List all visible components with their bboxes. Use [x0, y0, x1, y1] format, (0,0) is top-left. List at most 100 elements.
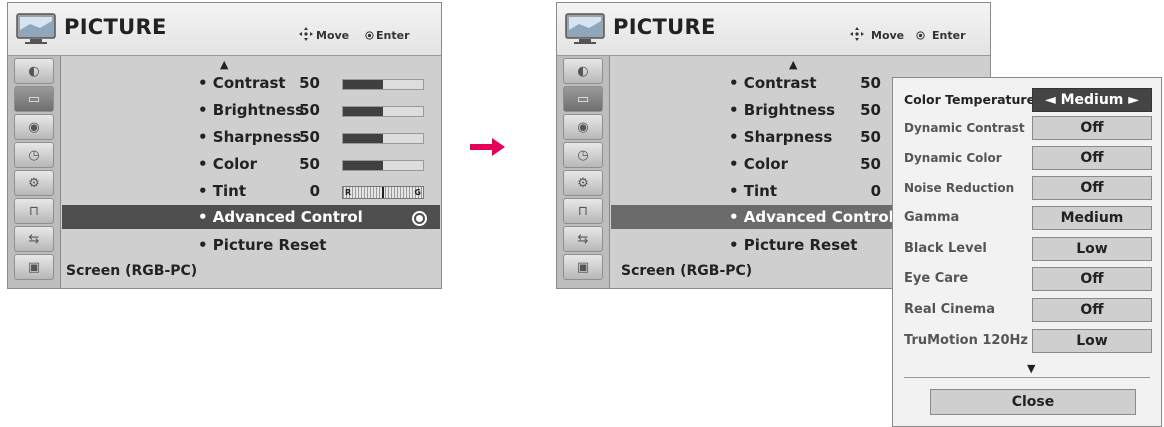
scroll-down-arrow[interactable]: ▼	[1027, 362, 1035, 375]
setting-row-contrast[interactable]: • Contrast 50	[729, 72, 889, 94]
lock-icon[interactable]: ⊓	[14, 198, 54, 224]
setting-row-sharpness[interactable]: • Sharpness 50	[198, 126, 428, 148]
popup-row-eye-care[interactable]: Eye Care Off	[893, 267, 1161, 291]
popup-row-noise-reduction[interactable]: Noise Reduction Off	[893, 176, 1161, 200]
real-cinema-value[interactable]: Off	[1032, 298, 1152, 322]
popup-row-label: Black Level	[904, 241, 987, 256]
setting-row-tint[interactable]: • Tint 0 R G	[198, 180, 428, 202]
enter-icon	[916, 31, 925, 40]
menu-header: PICTURE Move Enter	[557, 3, 990, 56]
setting-label: • Sharpness	[729, 128, 833, 146]
level-bar	[342, 133, 424, 144]
menu-header: PICTURE Move Enter	[8, 3, 441, 56]
setting-value: 50	[860, 128, 881, 146]
dynamic-color-value[interactable]: Off	[1032, 146, 1152, 170]
setting-label: • Advanced Control	[198, 208, 363, 226]
setting-row-advanced[interactable]: • Advanced Control	[198, 206, 428, 228]
popup-row-label: Noise Reduction	[904, 181, 1015, 195]
input-icon[interactable]: ⇆	[563, 226, 603, 252]
popup-divider	[904, 377, 1150, 378]
setting-row-sharpness[interactable]: • Sharpness 50	[729, 126, 889, 148]
setting-label: • Color	[198, 155, 257, 173]
setting-label: • Tint	[729, 182, 778, 200]
setting-label: • Advanced Control	[729, 208, 894, 226]
gamma-value[interactable]: Medium	[1032, 206, 1152, 230]
scroll-up-arrow[interactable]: ▲	[220, 58, 228, 71]
popup-row-label: Gamma	[904, 210, 960, 225]
picture-icon[interactable]: ▭	[563, 86, 603, 112]
audio-icon[interactable]: ◉	[14, 114, 54, 140]
usb-icon[interactable]: ▣	[14, 254, 54, 280]
popup-row-real-cinema[interactable]: Real Cinema Off	[893, 298, 1161, 322]
scroll-up-arrow[interactable]: ▲	[789, 58, 797, 71]
popup-row-label: Real Cinema	[904, 302, 995, 317]
setting-row-brightness[interactable]: • Brightness 50	[198, 99, 428, 121]
setting-value: 50	[860, 74, 881, 92]
popup-row-black-level[interactable]: Black Level Low	[893, 237, 1161, 261]
left-picture-menu: PICTURE Move Enter ◐ ▭ ◉ ◷ ⚙ ⊓ ⇆ ▣ ▲ • C…	[7, 2, 442, 289]
input-icon[interactable]: ⇆	[14, 226, 54, 252]
popup-row-label: Eye Care	[904, 271, 969, 286]
popup-row-dynamic-contrast[interactable]: Dynamic Contrast Off	[893, 116, 1161, 140]
picture-mode-icon[interactable]: ◐	[14, 58, 54, 84]
popup-row-label: Dynamic Color	[904, 151, 1002, 165]
setting-row-brightness[interactable]: • Brightness 50	[729, 99, 889, 121]
setup-icon[interactable]: ⚙	[563, 170, 603, 196]
setting-row-advanced[interactable]: • Advanced Control	[729, 206, 894, 228]
setting-row-reset[interactable]: • Picture Reset	[729, 234, 889, 256]
setting-row-tint[interactable]: • Tint 0	[729, 180, 889, 202]
setting-row-contrast[interactable]: • Contrast 50	[198, 72, 428, 94]
setting-row-reset[interactable]: • Picture Reset	[198, 234, 428, 256]
level-bar	[342, 160, 424, 171]
setup-icon[interactable]: ⚙	[14, 170, 54, 196]
setting-value: 0	[870, 182, 881, 200]
menu-sidebar: ◐ ▭ ◉ ◷ ⚙ ⊓ ⇆ ▣	[8, 56, 61, 288]
setting-value: 50	[299, 155, 320, 173]
time-icon[interactable]: ◷	[563, 142, 603, 168]
tint-green-label: G	[414, 188, 421, 197]
noise-reduction-value[interactable]: Off	[1032, 176, 1152, 200]
tint-bar: R G	[342, 186, 424, 199]
arrow-right-icon	[470, 138, 505, 156]
popup-row-gamma[interactable]: Gamma Medium	[893, 206, 1161, 230]
black-level-value[interactable]: Low	[1032, 237, 1152, 261]
setting-value: 50	[299, 128, 320, 146]
color-temperature-selector[interactable]: ◄ Medium ►	[1032, 88, 1152, 112]
move-icon	[850, 27, 864, 41]
close-button[interactable]: Close	[930, 389, 1136, 415]
trumotion-value[interactable]: Low	[1032, 329, 1152, 353]
popup-row-color-temperature[interactable]: Color Temperature ◄ Medium ►	[893, 88, 1161, 112]
setting-value: 50	[299, 74, 320, 92]
setting-row-color[interactable]: • Color 50	[198, 153, 428, 175]
setting-label: • Picture Reset	[198, 236, 327, 254]
enter-hint: Enter	[932, 29, 966, 42]
lock-icon[interactable]: ⊓	[563, 198, 603, 224]
usb-icon[interactable]: ▣	[563, 254, 603, 280]
setting-row-color[interactable]: • Color 50	[729, 153, 889, 175]
setting-label: • Contrast	[729, 74, 817, 92]
dynamic-contrast-value[interactable]: Off	[1032, 116, 1152, 140]
setting-label: • Picture Reset	[729, 236, 858, 254]
setting-label: • Tint	[198, 182, 247, 200]
enter-icon	[365, 31, 374, 40]
enter-hint: Enter	[376, 29, 410, 42]
setting-label: • Contrast	[198, 74, 286, 92]
popup-row-label: TruMotion 120Hz	[904, 333, 1028, 348]
popup-row-dynamic-color[interactable]: Dynamic Color Off	[893, 146, 1161, 170]
screen-source-label: Screen (RGB-PC)	[66, 263, 198, 279]
time-icon[interactable]: ◷	[14, 142, 54, 168]
setting-value: 0	[309, 182, 320, 200]
tv-icon	[565, 13, 605, 44]
level-bar	[342, 106, 424, 117]
audio-icon[interactable]: ◉	[563, 114, 603, 140]
screen-source-label: Screen (RGB-PC)	[621, 263, 753, 279]
setting-value: 50	[860, 101, 881, 119]
setting-label: • Color	[729, 155, 788, 173]
picture-mode-icon[interactable]: ◐	[563, 58, 603, 84]
setting-value: 50	[860, 155, 881, 173]
popup-row-label: Dynamic Contrast	[904, 121, 1025, 135]
menu-title: PICTURE	[613, 15, 716, 39]
eye-care-value[interactable]: Off	[1032, 267, 1152, 291]
picture-icon[interactable]: ▭	[14, 86, 54, 112]
popup-row-trumotion[interactable]: TruMotion 120Hz Low	[893, 329, 1161, 353]
